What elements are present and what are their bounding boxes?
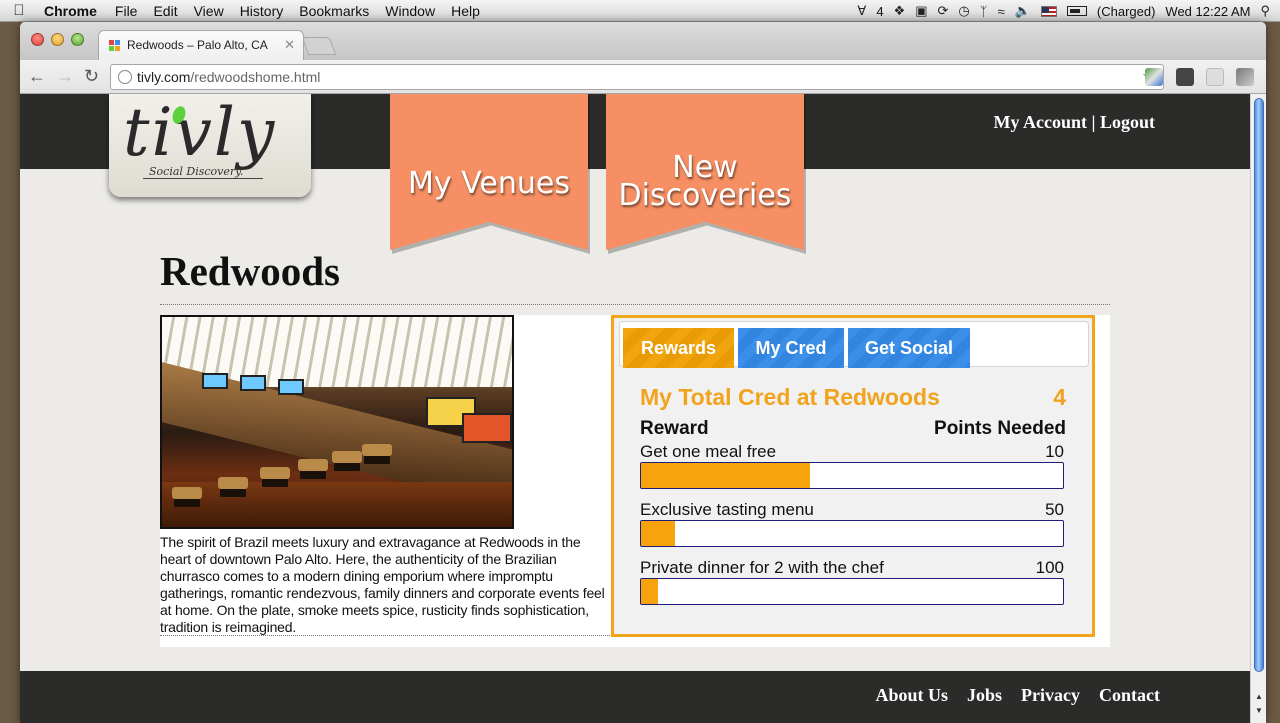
volume-icon[interactable]: 🔈 <box>1015 3 1031 19</box>
footer-about-us-link[interactable]: About Us <box>875 685 948 706</box>
scrollbar-thumb[interactable] <box>1254 98 1264 672</box>
menu-file[interactable]: File <box>107 0 146 22</box>
logout-link[interactable]: Logout <box>1100 112 1155 132</box>
rewards-widget: Rewards My Cred Get Social My Total Cred… <box>611 315 1095 637</box>
nav-my-venues[interactable]: My Venues <box>390 94 588 250</box>
menu-window[interactable]: Window <box>377 0 443 22</box>
evernote-extension-icon[interactable] <box>1176 68 1194 86</box>
nav-my-venues-label: My Venues <box>408 166 570 201</box>
page-viewport: tivly Social Discovery. My Venues New Di… <box>20 94 1250 723</box>
forward-arrow-icon[interactable]: → <box>56 66 74 87</box>
my-account-link[interactable]: My Account <box>994 112 1088 132</box>
menu-view[interactable]: View <box>186 0 232 22</box>
tab-strip: Redwoods – Palo Alto, CA ✕ <box>20 22 1266 60</box>
apple-menu-icon[interactable]:  <box>0 2 38 19</box>
address-bar[interactable]: tivly.com/redwoodshome.html ☆ <box>110 64 1164 90</box>
reward-name: Exclusive tasting menu <box>640 500 814 519</box>
total-cred-value: 4 <box>1053 384 1066 410</box>
reward-points: 50 <box>1045 500 1064 519</box>
browser-window: Redwoods – Palo Alto, CA ✕ ← → ↻ tivly.c… <box>20 22 1266 723</box>
url-path: /redwoodshome.html <box>190 69 321 85</box>
indicator-count: 4 <box>876 3 884 19</box>
venue-photo <box>160 315 514 529</box>
menubar-status-area: Ɐ 4 ❖ ▣ ⟳ ◷ ᛉ ≈ 🔈 (Charged) Wed 12:22 AM… <box>857 0 1280 22</box>
translate-extension-icon[interactable] <box>1145 68 1163 86</box>
close-window-button[interactable] <box>31 33 44 46</box>
logo-tagline: Social Discovery. <box>149 165 244 178</box>
tab-title: Redwoods – Palo Alto, CA <box>127 38 268 52</box>
menu-help[interactable]: Help <box>443 0 488 22</box>
battery-status: (Charged) <box>1096 3 1156 19</box>
url-host: tivly.com <box>137 69 191 85</box>
mac-menubar:  Chrome File Edit View History Bookmark… <box>0 0 1280 22</box>
adobe-icon[interactable]: Ɐ <box>857 3 866 19</box>
reload-icon[interactable]: ↻ <box>84 66 99 87</box>
browser-tab[interactable]: Redwoods – Palo Alto, CA ✕ <box>98 30 304 60</box>
footer-privacy-link[interactable]: Privacy <box>1021 685 1080 706</box>
footer-links: About Us Jobs Privacy Contact <box>875 685 1160 706</box>
battery-icon[interactable] <box>1066 6 1087 16</box>
nav-new-discoveries-line2: Discoveries <box>618 178 792 213</box>
minimize-window-button[interactable] <box>51 33 64 46</box>
wrench-menu-icon[interactable] <box>1236 68 1254 86</box>
logo-underline <box>143 178 263 179</box>
time-machine-icon[interactable]: ◷ <box>958 3 969 19</box>
reward-column-header: Reward <box>640 418 709 439</box>
tab-get-social[interactable]: Get Social <box>848 328 970 368</box>
scroll-down-arrow-icon[interactable]: ▼ <box>1255 706 1263 715</box>
close-tab-icon[interactable]: ✕ <box>284 37 295 53</box>
reward-progress-bar <box>640 578 1064 605</box>
browser-toolbar: ← → ↻ tivly.com/redwoodshome.html ☆ <box>20 60 1266 94</box>
vertical-scrollbar[interactable]: ▲ ▼ <box>1250 94 1266 723</box>
wifi-icon[interactable]: ≈ <box>998 4 1005 19</box>
zoom-window-button[interactable] <box>71 33 84 46</box>
tab-my-cred[interactable]: My Cred <box>738 328 844 368</box>
total-cred-label: My Total Cred at Redwoods <box>640 384 940 410</box>
back-arrow-icon[interactable]: ← <box>28 66 46 87</box>
sync-icon[interactable]: ⟳ <box>938 3 949 19</box>
dropbox-icon[interactable]: ❖ <box>894 3 906 19</box>
reward-name: Private dinner for 2 with the chef <box>640 558 884 577</box>
reward-points: 10 <box>1045 442 1064 461</box>
venue-description: The spirit of Brazil meets luxury and ex… <box>160 534 605 635</box>
reward-progress-fill <box>641 579 658 604</box>
points-column-header: Points Needed <box>934 418 1066 439</box>
menu-edit[interactable]: Edit <box>145 0 185 22</box>
tab-rewards[interactable]: Rewards <box>623 328 734 368</box>
logo-text: tivly <box>123 94 277 171</box>
tivly-favicon-icon <box>109 40 121 52</box>
bluetooth-icon[interactable]: ᛉ <box>980 4 988 19</box>
account-separator: | <box>1091 112 1096 132</box>
spotlight-search-icon[interactable]: ⚲ <box>1260 3 1270 19</box>
reward-progress-fill <box>641 463 810 488</box>
reward-points: 100 <box>1035 558 1064 577</box>
widget-tab-bar: Rewards My Cred Get Social <box>619 321 1089 368</box>
new-tab-button[interactable] <box>301 37 337 55</box>
scroll-up-arrow-icon[interactable]: ▲ <box>1255 692 1263 701</box>
us-flag-icon[interactable] <box>1040 5 1057 17</box>
reward-progress-bar <box>640 520 1064 547</box>
footer-contact-link[interactable]: Contact <box>1099 685 1160 706</box>
reward-progress-bar <box>640 462 1064 489</box>
menu-history[interactable]: History <box>232 0 292 22</box>
reward-name: Get one meal free <box>640 442 777 461</box>
nav-new-discoveries[interactable]: New Discoveries <box>606 94 804 250</box>
title-divider <box>160 304 1110 305</box>
page-title: Redwoods <box>160 248 340 294</box>
reward-progress-fill <box>641 521 675 546</box>
menu-bookmarks[interactable]: Bookmarks <box>291 0 377 22</box>
tivly-logo[interactable]: tivly Social Discovery. <box>109 94 311 197</box>
clock[interactable]: Wed 12:22 AM <box>1165 4 1250 19</box>
menu-app-name[interactable]: Chrome <box>38 0 107 22</box>
account-links: My Account | Logout <box>994 112 1155 133</box>
page-action-icon[interactable] <box>1206 68 1224 86</box>
footer-jobs-link[interactable]: Jobs <box>967 685 1002 706</box>
site-footer: About Us Jobs Privacy Contact <box>20 671 1250 723</box>
globe-icon <box>118 70 132 84</box>
description-divider <box>160 635 612 636</box>
onepassword-icon[interactable]: ▣ <box>915 3 927 19</box>
